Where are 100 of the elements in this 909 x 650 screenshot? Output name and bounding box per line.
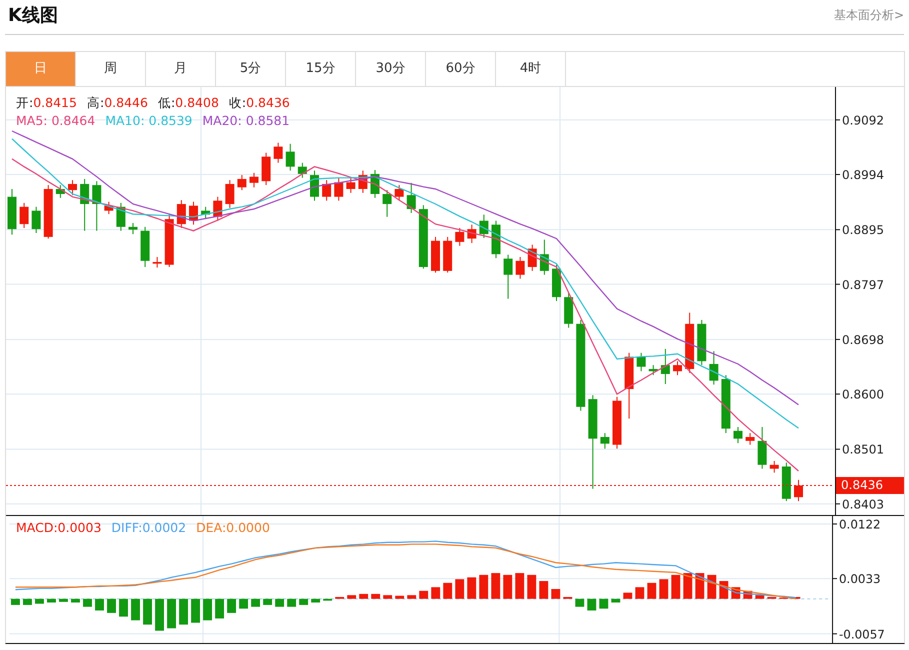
candlestick (334, 177, 344, 202)
bar (23, 598, 32, 605)
y-axis-label: 0.8994 (842, 168, 884, 182)
macd-legend: MACD:0.0003 (16, 519, 102, 538)
price-stat: 低:0.8408 (158, 94, 219, 112)
candlestick (516, 256, 525, 280)
bar (431, 587, 440, 599)
candlestick (68, 180, 77, 196)
candlestick (286, 143, 295, 172)
bar (119, 598, 128, 617)
candlestick (709, 350, 718, 386)
y-axis-label: 0.8403 (842, 497, 884, 512)
candlestick (406, 182, 416, 214)
bar (635, 587, 644, 599)
current-price-label: 0.8436 (836, 476, 904, 494)
candlestick (770, 460, 779, 474)
bar (503, 574, 512, 599)
candlestick (758, 426, 767, 470)
moving-average-legend: MA10: 0.8539 (105, 112, 192, 131)
bar (491, 573, 500, 599)
y-axis-label: 0.8895 (842, 223, 884, 238)
bar (83, 598, 92, 607)
candlestick (298, 162, 307, 178)
bar (275, 598, 284, 607)
bar (407, 595, 416, 599)
bar (287, 598, 296, 607)
bar (455, 579, 464, 599)
y-axis-label: 0.0033 (838, 572, 881, 586)
candlestick (660, 348, 670, 385)
candlestick (346, 177, 356, 194)
candlestick (152, 256, 162, 268)
candlestick (455, 227, 464, 246)
bar (419, 590, 428, 599)
bar (251, 598, 260, 607)
bar (551, 589, 560, 599)
bar (35, 598, 44, 604)
bar (383, 595, 392, 599)
bar (311, 598, 320, 603)
candlestick (225, 180, 234, 208)
bar (515, 573, 524, 599)
bar (443, 582, 452, 599)
bar (203, 598, 212, 620)
y-axis-label: 0.9092 (842, 113, 884, 128)
bar (155, 598, 164, 631)
bar (215, 598, 224, 618)
bar (59, 598, 68, 602)
price-stat: 开:0.8415 (16, 94, 77, 112)
price-stat: 收:0.8436 (228, 94, 290, 112)
bar (671, 574, 680, 599)
y-axis-label: 0.8501 (842, 442, 884, 457)
bar (47, 598, 56, 603)
bar (395, 596, 404, 599)
bar (539, 581, 548, 599)
bar (623, 592, 632, 599)
bar (131, 598, 140, 620)
bar (299, 598, 308, 605)
bar (659, 579, 668, 599)
bar (371, 594, 380, 599)
fundamental-analysis-link[interactable]: 基本面分析> (834, 6, 904, 24)
bar (587, 598, 596, 610)
bar (599, 598, 608, 609)
y-axis-label: 0.0122 (838, 517, 881, 532)
candlestick (32, 206, 41, 234)
candlestick (394, 184, 404, 202)
page-title: K线图 (8, 4, 58, 28)
bar (71, 598, 80, 603)
macd-legend: DEA:0.0000 (196, 519, 270, 538)
bar (479, 574, 488, 599)
candlestick (237, 174, 246, 191)
candlestick (274, 142, 283, 164)
macd-legend: DIFF:0.0002 (111, 519, 186, 538)
moving-average-legend: MA20: 0.8581 (202, 112, 290, 131)
bar (647, 582, 656, 599)
bar (179, 598, 188, 625)
bar (227, 598, 236, 613)
bar (755, 595, 764, 599)
candlestick (322, 180, 332, 202)
candlestick (673, 360, 682, 376)
bar (359, 594, 368, 599)
bar (95, 598, 104, 610)
candlestick (92, 180, 102, 232)
bar (191, 598, 200, 623)
candlestick (250, 172, 258, 188)
bar (347, 595, 356, 599)
bar (167, 598, 176, 628)
bar (527, 574, 536, 599)
candlestick (746, 432, 755, 446)
price-stat: 高:0.8446 (86, 94, 148, 112)
candlestick (128, 222, 138, 235)
candlestick (636, 352, 646, 372)
bar (467, 577, 476, 599)
bar (143, 598, 152, 625)
bar (107, 598, 116, 613)
y-axis-label: 0.8698 (842, 332, 884, 347)
bar (611, 598, 620, 603)
y-axis-label: 0.8797 (842, 278, 884, 292)
moving-average-legend: MA5: 0.8464 (16, 112, 96, 131)
bar (575, 598, 584, 607)
bar (239, 598, 248, 609)
candlestick (794, 479, 803, 502)
